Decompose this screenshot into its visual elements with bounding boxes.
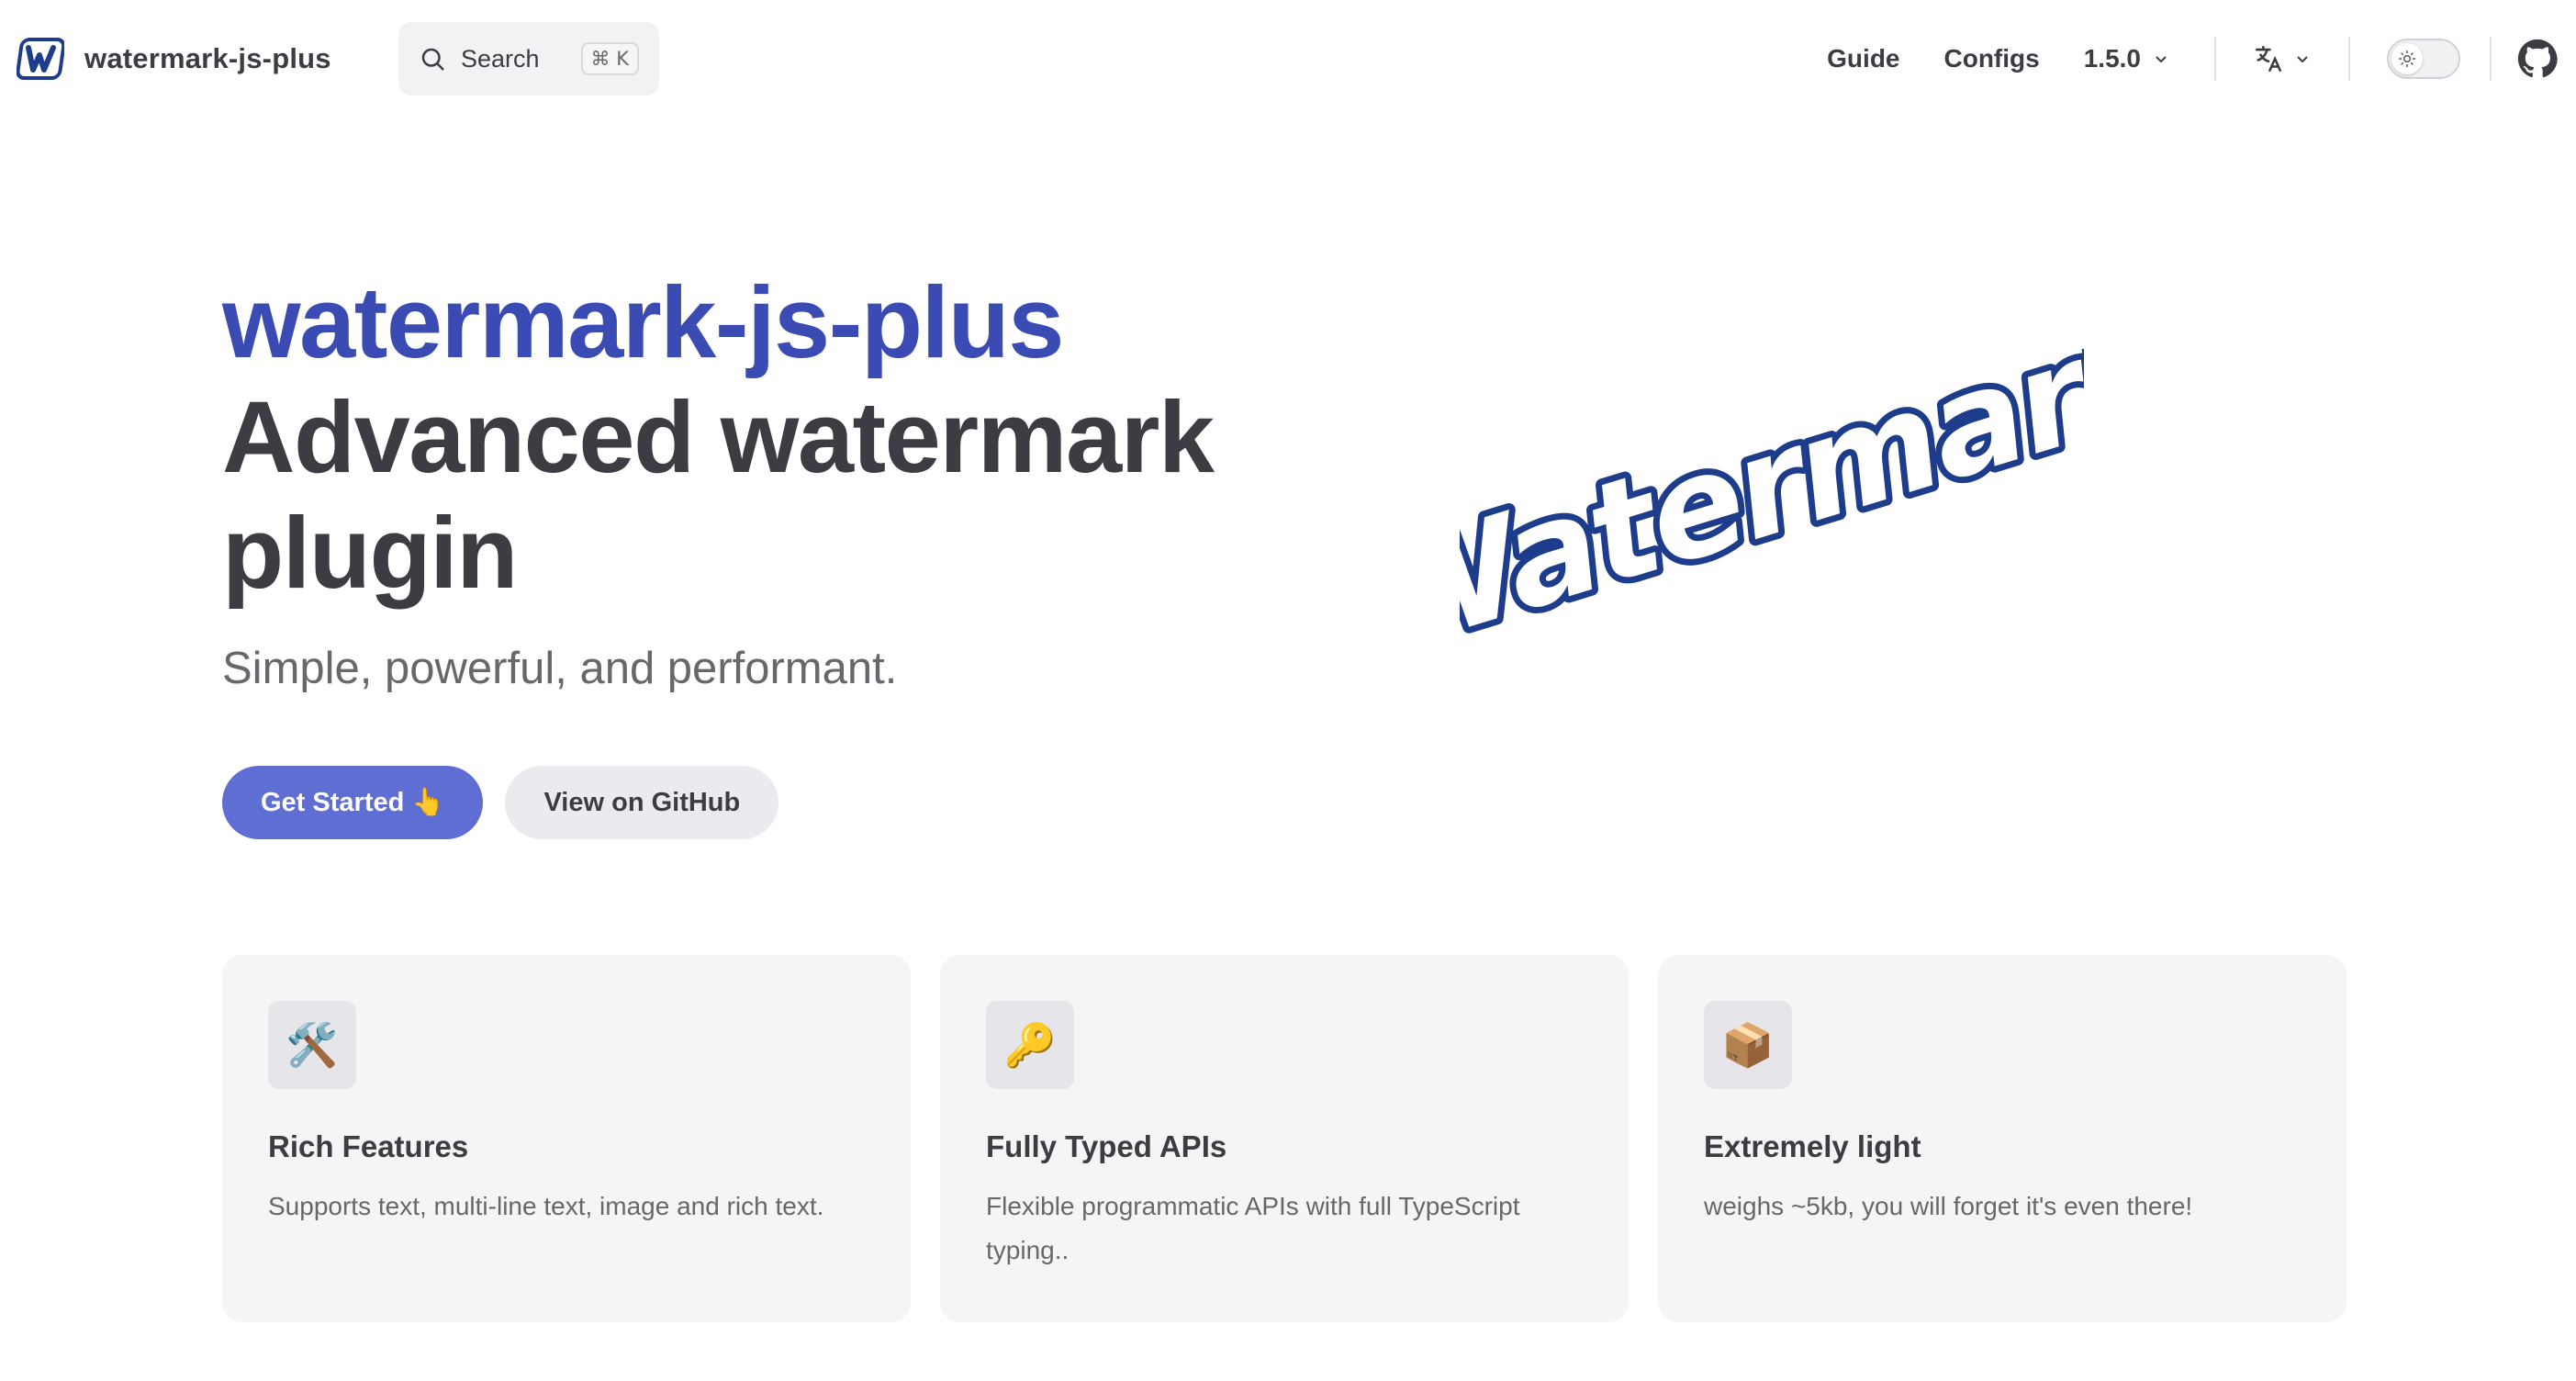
feature-title: Fully Typed APIs — [986, 1129, 1227, 1163]
nav-divider — [2348, 37, 2350, 81]
hero-text: Advanced watermark plugin — [222, 381, 1215, 610]
hero-section: watermark-js-plus Advanced watermark plu… — [222, 266, 1324, 698]
site-title: watermark-js-plus — [84, 42, 331, 74]
navbar: watermark-js-plus Search ⌘ K Guide Confi… — [0, 0, 2576, 118]
chevron-down-icon — [2156, 56, 2167, 63]
github-icon[interactable] — [2517, 39, 2558, 79]
feature-title: Rich Features — [268, 1129, 469, 1163]
sun-icon — [2398, 50, 2416, 68]
version-dropdown[interactable]: 1.5.0 — [2084, 44, 2170, 73]
hero-tagline: Simple, powerful, and performant. — [222, 644, 898, 693]
theme-toggle[interactable] — [2387, 39, 2460, 79]
search-button[interactable]: Search ⌘ K — [398, 22, 659, 95]
toggle-knob — [2391, 43, 2423, 74]
chevron-down-icon — [2297, 56, 2308, 63]
brand-link[interactable]: watermark-js-plus — [17, 33, 331, 84]
search-shortcut: ⌘ K — [580, 42, 639, 75]
nav-link-configs[interactable]: Configs — [1944, 44, 2040, 73]
tools-icon: 🛠️ — [268, 1001, 356, 1089]
feature-card[interactable]: 🔑 Fully Typed APIs Flexible programmatic… — [940, 955, 1629, 1322]
nav-link-guide[interactable]: Guide — [1827, 44, 1899, 73]
hero-watermark-text: Watermark — [1460, 349, 2084, 643]
nav-divider — [2490, 37, 2492, 81]
get-started-button[interactable]: Get Started 👆 — [222, 766, 484, 839]
version-label: 1.5.0 — [2083, 44, 2141, 73]
feature-card[interactable]: 🛠️ Rich Features Supports text, multi-li… — [222, 955, 911, 1322]
hero-watermark-logo: Watermark — [1460, 349, 2084, 643]
hero-actions: Get Started 👆 View on GitHub — [222, 766, 779, 839]
feature-details: weighs ~5kb, you will forget it's even t… — [1704, 1192, 2193, 1220]
translate-icon — [2255, 45, 2282, 73]
view-on-github-button[interactable]: View on GitHub — [505, 766, 779, 839]
feature-card[interactable]: 📦 Extremely light weighs ~5kb, you will … — [1658, 955, 2346, 1322]
feature-title: Extremely light — [1704, 1129, 1921, 1163]
feature-details: Supports text, multi-line text, image an… — [268, 1192, 824, 1220]
watermark-logo-icon — [17, 38, 64, 80]
feature-details: Flexible programmatic APIs with full Typ… — [986, 1192, 1520, 1264]
hero-name: watermark-js-plus — [222, 266, 1064, 379]
features-section: 🛠️ Rich Features Supports text, multi-li… — [222, 955, 2346, 1322]
nav-divider — [2214, 37, 2216, 81]
nav-links: Guide Configs 1.5.0 — [1827, 0, 2576, 118]
search-icon — [421, 48, 444, 71]
key-icon: 🔑 — [986, 1001, 1074, 1089]
package-icon: 📦 — [1704, 1001, 1792, 1089]
hero-heading: watermark-js-plus Advanced watermark plu… — [222, 266, 1324, 612]
language-dropdown[interactable] — [2253, 43, 2312, 74]
search-label: Search — [461, 44, 540, 73]
